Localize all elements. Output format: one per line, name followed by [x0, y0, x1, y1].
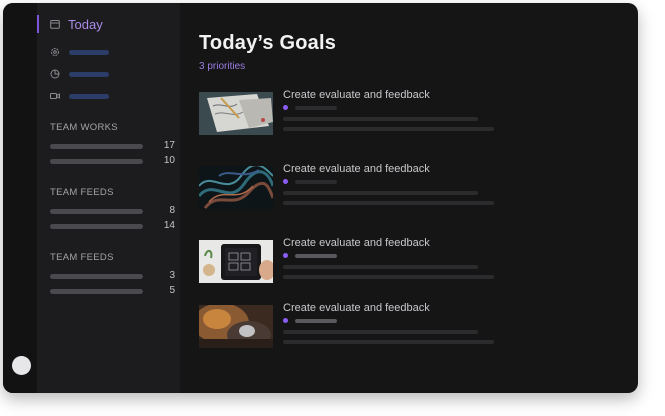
stat-count: 3	[169, 270, 175, 281]
stat-row[interactable]: 14	[50, 220, 175, 231]
task-line-placeholder	[283, 275, 494, 279]
section-title-team-works: TEAM WORKS	[50, 122, 118, 133]
main-content: Today’s Goals 3 priorities Create evalua…	[180, 3, 638, 393]
task-item[interactable]: Create evaluate and feedback	[199, 163, 499, 211]
avatar[interactable]	[12, 356, 31, 375]
stat-bar	[50, 209, 143, 214]
stat-row[interactable]: 5	[50, 285, 175, 296]
stat-count: 17	[163, 140, 175, 151]
sidebar-item-placeholder	[69, 93, 109, 99]
stat-count: 5	[169, 285, 175, 296]
stat-bar	[50, 224, 143, 229]
task-tag-placeholder	[295, 106, 337, 110]
sidebar-item-video[interactable]	[50, 90, 109, 102]
task-line-placeholder	[283, 201, 494, 205]
task-item[interactable]: Create evaluate and feedback	[199, 302, 499, 350]
stat-count: 14	[163, 220, 175, 231]
section-title-team-feeds-2: TEAM FEEDS	[50, 252, 114, 263]
priorities-count: 3 priorities	[199, 61, 246, 72]
sidebar-item-analytics[interactable]	[50, 68, 109, 80]
task-title: Create evaluate and feedback	[283, 237, 430, 249]
task-thumbnail	[199, 166, 273, 209]
stat-bar	[50, 289, 143, 294]
pie-chart-icon	[50, 69, 60, 79]
task-line-placeholder	[283, 340, 494, 344]
sidebar-item-today[interactable]: Today	[50, 15, 103, 33]
app-window: Today TEAM WORKS 17 10 TEAM FEEDS 8 14 T…	[3, 3, 638, 393]
video-icon	[50, 91, 60, 101]
stat-count: 10	[163, 155, 175, 166]
sidebar-item-placeholder	[69, 71, 109, 77]
active-indicator	[37, 15, 39, 33]
priority-dot	[283, 179, 288, 184]
stat-row[interactable]: 3	[50, 270, 175, 281]
stat-row[interactable]: 8	[50, 205, 175, 216]
section-title-team-feeds: TEAM FEEDS	[50, 187, 114, 198]
task-title: Create evaluate and feedback	[283, 89, 430, 101]
sidebar-item-settings[interactable]	[50, 46, 109, 58]
icon-rail	[3, 3, 37, 393]
sidebar-item-placeholder	[69, 49, 109, 55]
settings-icon	[50, 47, 60, 57]
calendar-icon	[50, 19, 60, 29]
sidebar-item-label: Today	[68, 16, 103, 32]
stat-bar	[50, 144, 143, 149]
task-tag-placeholder	[295, 180, 337, 184]
task-line-placeholder	[283, 191, 478, 195]
priority-dot	[283, 318, 288, 323]
priority-dot	[283, 105, 288, 110]
priority-dot	[283, 253, 288, 258]
stat-row[interactable]: 17	[50, 140, 175, 151]
task-item[interactable]: Create evaluate and feedback	[199, 89, 499, 137]
page-title: Today’s Goals	[199, 32, 337, 54]
task-line-placeholder	[283, 127, 494, 131]
stat-count: 8	[169, 205, 175, 216]
task-item[interactable]: Create evaluate and feedback	[199, 237, 499, 285]
task-tag-placeholder	[295, 319, 337, 323]
task-line-placeholder	[283, 330, 478, 334]
stat-bar	[50, 159, 143, 164]
stat-bar	[50, 274, 143, 279]
task-thumbnail	[199, 240, 273, 283]
task-line-placeholder	[283, 117, 478, 121]
task-thumbnail	[199, 305, 273, 348]
stat-row[interactable]: 10	[50, 155, 175, 166]
task-title: Create evaluate and feedback	[283, 302, 430, 314]
task-line-placeholder	[283, 265, 478, 269]
task-thumbnail	[199, 92, 273, 135]
task-tag-placeholder	[295, 254, 337, 258]
sidebar: Today TEAM WORKS 17 10 TEAM FEEDS 8 14 T…	[37, 3, 180, 393]
task-title: Create evaluate and feedback	[283, 163, 430, 175]
